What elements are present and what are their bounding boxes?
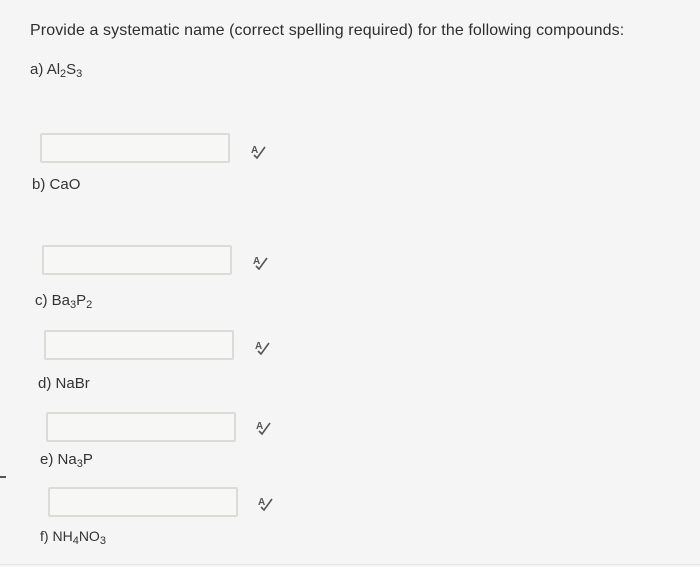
formula-f-sub: 3 — [99, 535, 106, 547]
formula-c-seg: P — [76, 292, 87, 309]
formula-f-seg: NH — [52, 528, 73, 544]
spell-check-icon[interactable]: A — [253, 338, 271, 356]
part-a-label: a) Al2S3 — [30, 61, 83, 80]
formula-c-seg: Ba — [51, 292, 71, 309]
formula-a: Al2S3 — [46, 61, 83, 80]
formula-e-seg: Na — [57, 451, 77, 468]
spell-check-icon[interactable]: A — [249, 142, 267, 160]
svg-text:A: A — [255, 341, 262, 352]
question-page: Provide a systematic name (correct spell… — [0, 0, 700, 567]
part-e-label: e) Na3P — [40, 451, 93, 470]
part-c-label: c) Ba3P2 — [35, 292, 93, 311]
part-f-prefix: f) — [40, 528, 53, 544]
edge-mark — [0, 476, 6, 478]
formula-b: CaO — [49, 176, 81, 193]
divider — [0, 564, 700, 565]
formula-e-seg: P — [82, 451, 93, 468]
formula-a-seg: Al — [46, 61, 61, 78]
svg-text:A: A — [253, 256, 260, 267]
part-d-prefix: d) — [38, 375, 56, 392]
svg-text:A: A — [251, 145, 258, 156]
formula-c: Ba3P2 — [51, 292, 93, 311]
spell-check-icon[interactable]: A — [251, 253, 269, 271]
part-b-label: b) CaO — [32, 176, 80, 193]
answer-input-a[interactable] — [40, 133, 230, 163]
part-f-label: f) NH4NO3 — [40, 528, 106, 547]
formula-a-sub: 3 — [76, 68, 83, 80]
formula-e: Na3P — [57, 451, 93, 470]
answer-input-e[interactable] — [48, 487, 238, 517]
part-a-prefix: a) — [30, 61, 47, 78]
answer-input-d[interactable] — [46, 412, 236, 442]
part-d-label: d) NaBr — [38, 375, 90, 392]
formula-c-sub: 2 — [86, 299, 93, 311]
question-text: Provide a systematic name (correct spell… — [30, 22, 625, 39]
part-b-prefix: b) — [32, 176, 50, 193]
spell-check-icon[interactable]: A — [254, 418, 272, 436]
formula-f-seg: NO — [78, 528, 100, 544]
formula-f: NH4NO3 — [52, 528, 106, 547]
svg-text:A: A — [256, 421, 263, 432]
formula-a-seg: S — [66, 61, 77, 78]
formula-d: NaBr — [55, 375, 90, 392]
spell-check-icon[interactable]: A — [256, 494, 274, 512]
part-e-prefix: e) — [40, 451, 58, 468]
answer-input-b[interactable] — [42, 245, 232, 275]
svg-text:A: A — [258, 497, 265, 508]
part-c-prefix: c) — [35, 292, 52, 309]
answer-input-c[interactable] — [44, 330, 234, 360]
